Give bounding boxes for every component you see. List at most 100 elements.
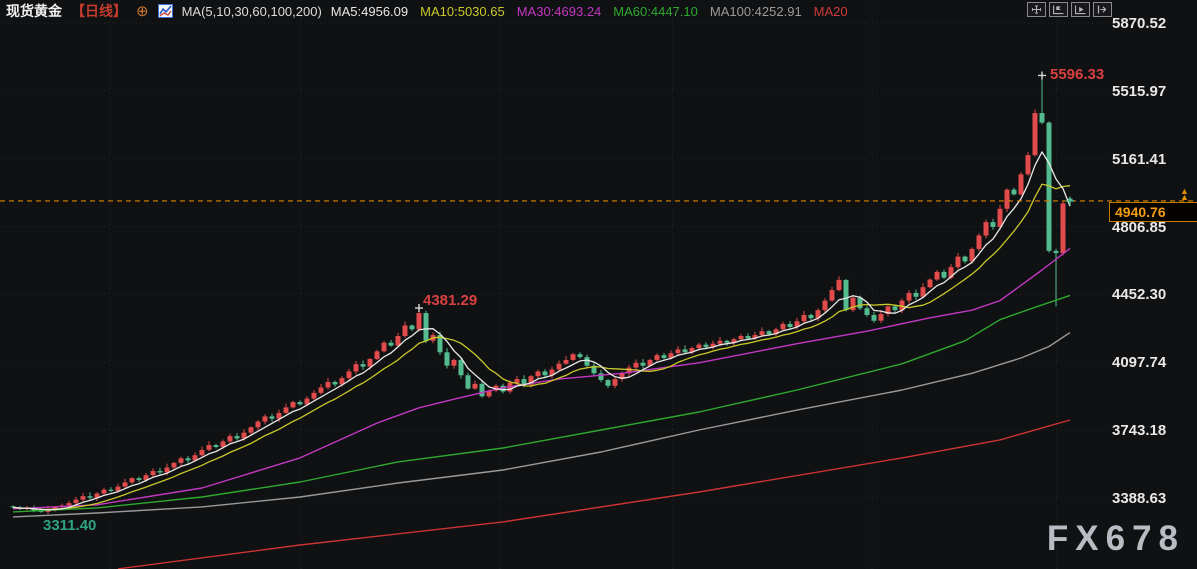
candle-body xyxy=(396,336,401,346)
candle-body xyxy=(907,293,912,301)
ma200-line xyxy=(118,420,1070,569)
candle-body xyxy=(1026,155,1031,174)
candle-body xyxy=(1061,203,1066,253)
candle-body xyxy=(914,293,919,297)
candle-body xyxy=(382,343,387,352)
candle-body xyxy=(536,371,541,376)
candle-body xyxy=(578,354,583,357)
y-axis-label: 5515.97 xyxy=(1112,83,1166,100)
axis-play-icon[interactable] xyxy=(1071,2,1090,17)
y-axis-label: 3743.18 xyxy=(1112,422,1166,439)
ma-value: MA5:4956.09 xyxy=(331,4,408,19)
interval-label: 【日线】 xyxy=(71,1,127,21)
candle-body xyxy=(718,341,723,344)
candle-body xyxy=(480,384,485,396)
y-axis-label: 5870.52 xyxy=(1112,15,1166,32)
candle-body xyxy=(298,402,303,404)
candle-body xyxy=(585,357,590,366)
candle-body xyxy=(676,349,681,353)
goto-latest-icon[interactable] xyxy=(1093,2,1112,17)
candle-body xyxy=(179,458,184,463)
candle-body xyxy=(326,382,331,388)
candle-body xyxy=(473,384,478,389)
y-axis-label: 4097.74 xyxy=(1112,354,1166,371)
candle-body xyxy=(109,490,114,491)
candle-body xyxy=(634,363,639,368)
candle-body xyxy=(445,352,450,365)
candle-body xyxy=(697,345,702,348)
symbol-name: 现货黄金 xyxy=(6,1,62,21)
candle-body xyxy=(67,503,72,505)
candle-body xyxy=(767,331,772,334)
chart-style-icon[interactable] xyxy=(158,4,173,18)
candle-body xyxy=(830,290,835,301)
candle-body xyxy=(788,324,793,327)
candle-body xyxy=(312,393,317,399)
ma-value: MA30:4693.24 xyxy=(517,4,602,19)
candle-body xyxy=(214,445,219,447)
candle-body xyxy=(956,257,961,268)
candle-body xyxy=(928,280,933,288)
candle-body xyxy=(347,371,352,378)
candle-body xyxy=(235,436,240,438)
candle-body xyxy=(739,336,744,339)
candle-body xyxy=(641,363,646,366)
add-compare-icon[interactable]: ⊕ xyxy=(136,5,149,18)
candle-body xyxy=(123,482,128,486)
candle-body xyxy=(249,427,254,432)
candle-body xyxy=(809,315,814,318)
candle-body xyxy=(207,445,212,450)
candle-body xyxy=(571,354,576,360)
chart-header: 现货黄金 【日线】 ⊕ MA(5,10,30,60,100,200) MA5:4… xyxy=(6,2,860,20)
candle-body xyxy=(88,496,93,498)
candle-body xyxy=(802,315,807,321)
candle-body xyxy=(683,349,688,352)
axis-flag-icon[interactable] xyxy=(1049,2,1068,17)
y-axis-label: 5161.41 xyxy=(1112,151,1166,168)
candle-body xyxy=(452,360,457,366)
move-icon[interactable] xyxy=(1027,2,1046,17)
candle-body xyxy=(942,272,947,278)
candle-body xyxy=(466,375,471,388)
candle-body xyxy=(865,308,870,315)
candle-body xyxy=(704,345,709,347)
y-axis-label: 3388.63 xyxy=(1112,490,1166,507)
candle-body xyxy=(354,364,359,371)
candle-body xyxy=(543,371,548,375)
candlestick-chart[interactable] xyxy=(0,0,1197,569)
candle-body xyxy=(893,306,898,310)
candle-body xyxy=(1040,113,1045,123)
candle-body xyxy=(417,313,422,329)
candle-body xyxy=(963,257,968,262)
candle-body xyxy=(291,402,296,407)
candle-body xyxy=(606,380,611,386)
price-up-arrows-icon: ▲ ▲ xyxy=(1180,188,1189,200)
candle-body xyxy=(977,236,982,249)
ma60-line xyxy=(13,295,1070,512)
candle-body xyxy=(158,471,163,473)
candle-body xyxy=(270,416,275,418)
candle-body xyxy=(872,315,877,321)
candle-body xyxy=(613,379,618,386)
ma-settings-label: MA(5,10,30,60,100,200) xyxy=(182,4,322,19)
ma-value: MA100:4252.91 xyxy=(710,4,802,19)
candle-body xyxy=(228,436,233,441)
candle-body xyxy=(102,490,107,494)
watermark: FX678 xyxy=(1047,519,1185,559)
candle-body xyxy=(844,280,849,310)
candle-body xyxy=(1054,251,1059,253)
price-annotation: 5596.33 xyxy=(1050,66,1104,83)
candle-body xyxy=(1033,113,1038,155)
price-cross-marker xyxy=(415,304,423,312)
ma-value: MA20 xyxy=(814,4,848,19)
candle-body xyxy=(1005,190,1010,209)
current-price-tag: 4940.76 xyxy=(1109,202,1197,222)
candle-body xyxy=(137,478,142,480)
candle-body xyxy=(662,355,667,358)
candle-body xyxy=(81,496,86,499)
candle-body xyxy=(725,341,730,343)
candle-body xyxy=(599,373,604,380)
candle-body xyxy=(256,422,261,428)
candle-body xyxy=(655,355,660,360)
chart-toolbar xyxy=(1027,2,1112,17)
